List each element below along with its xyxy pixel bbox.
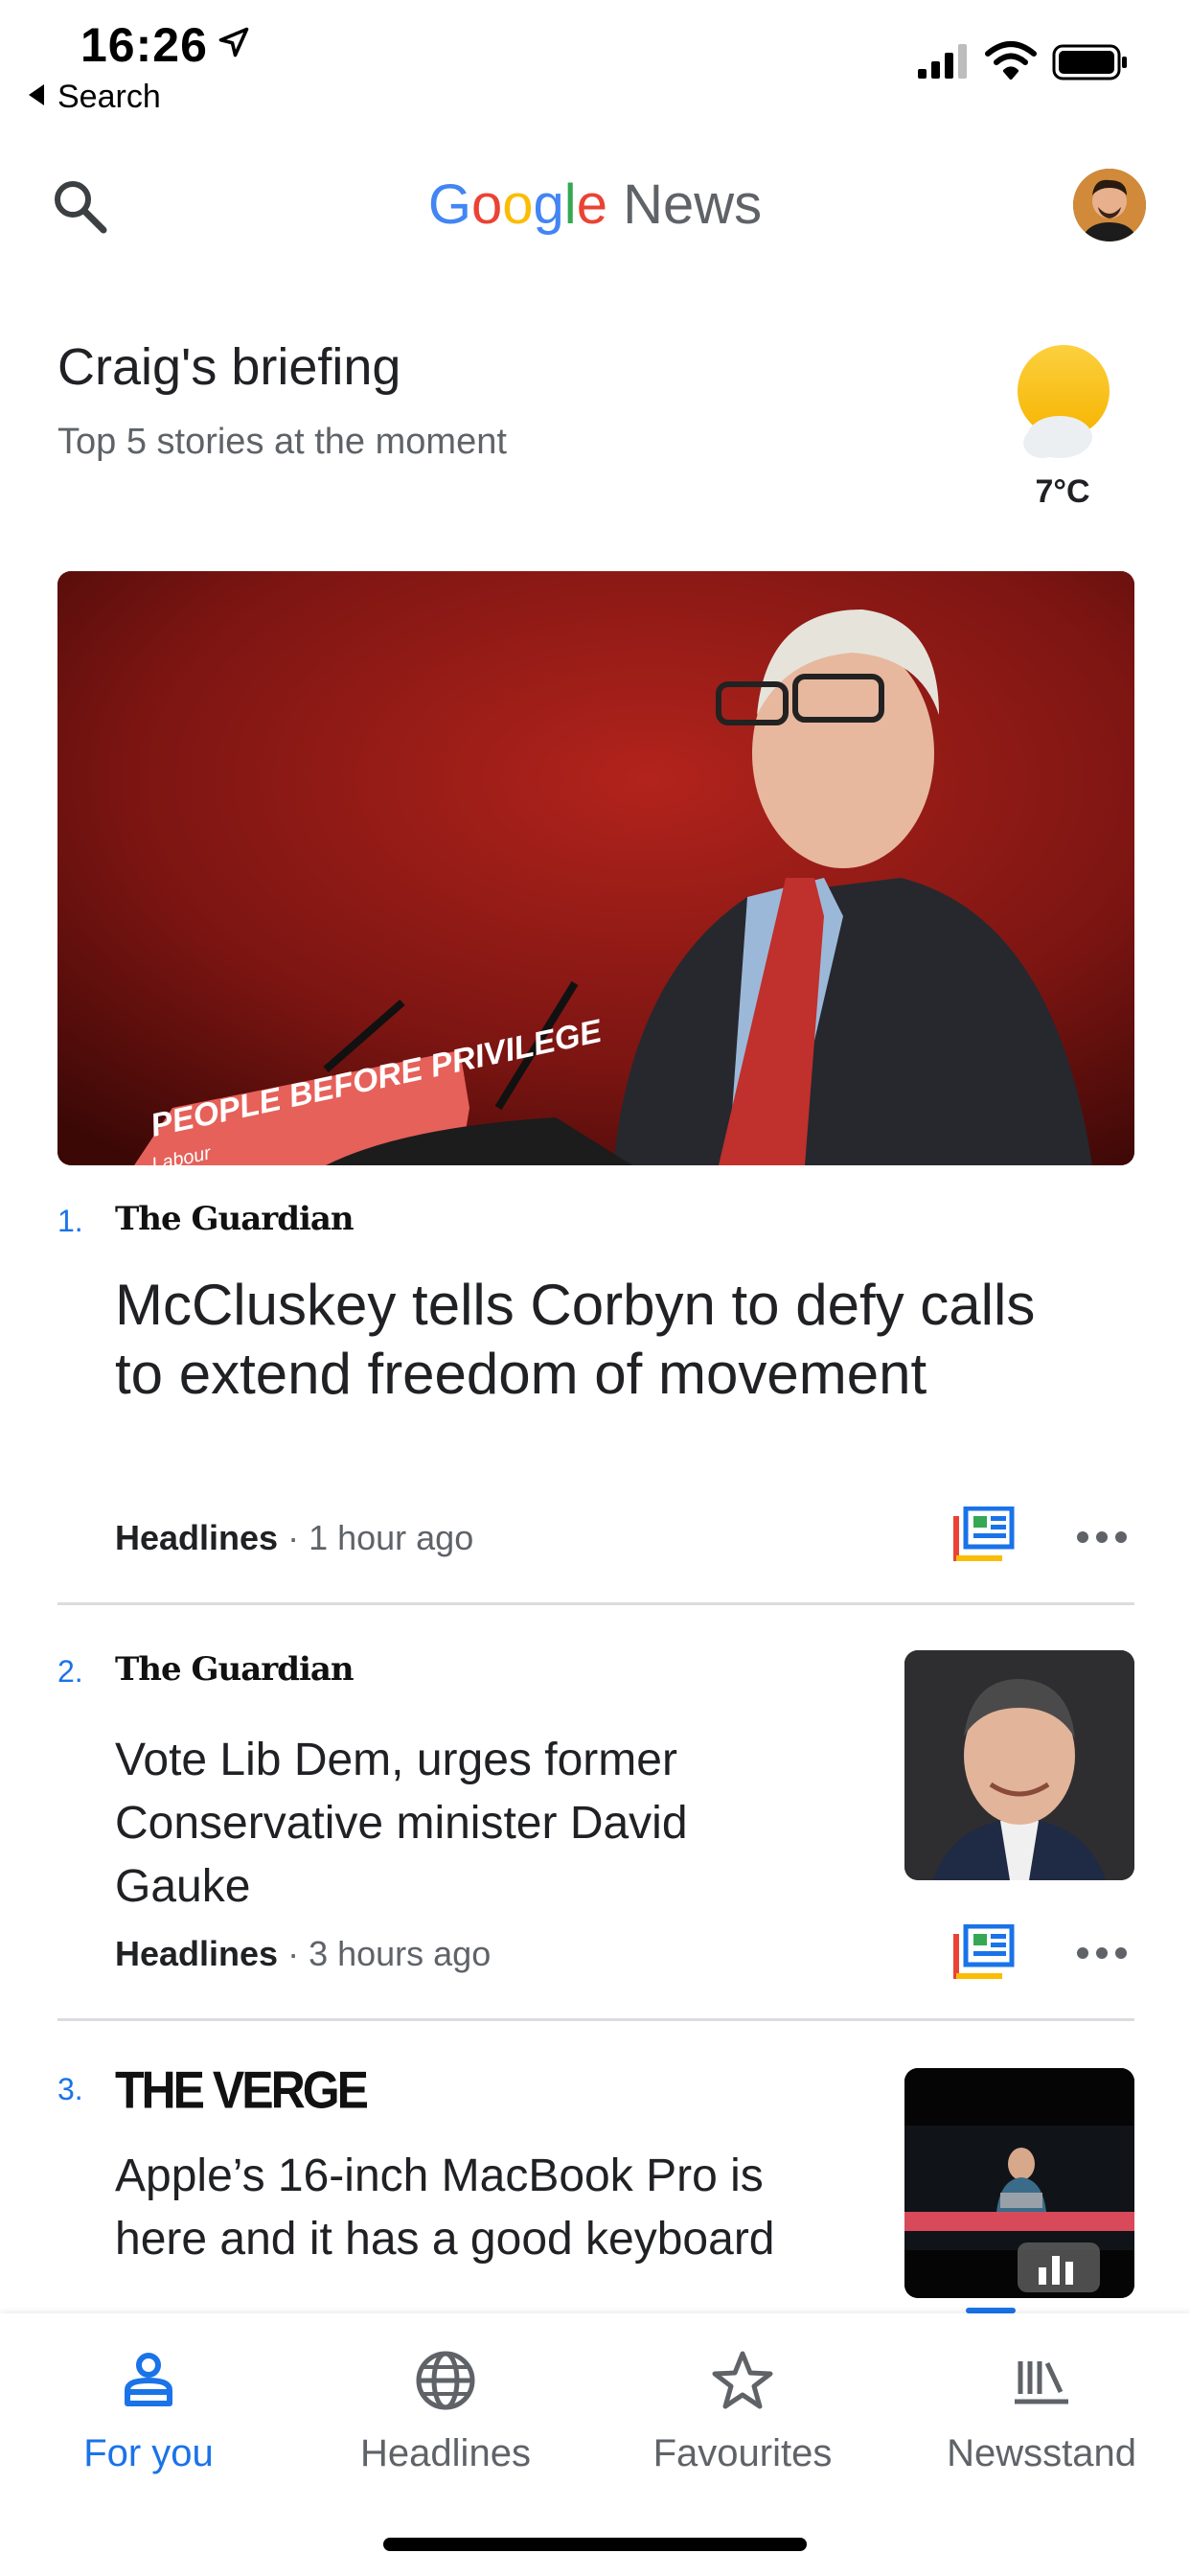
nav-newsstand[interactable]: Newsstand	[893, 2313, 1190, 2505]
wifi-icon	[985, 41, 1037, 80]
back-to-search-button[interactable]: Search	[29, 79, 161, 116]
briefing-title: Craig's briefing	[57, 338, 401, 396]
publisher-logo-guardian: The Guardian	[115, 1650, 355, 1689]
publisher-logo-guardian: The Guardian	[115, 1200, 355, 1238]
story-rank: 3.	[57, 2072, 83, 2106]
story-rank: 2.	[57, 1654, 83, 1689]
story-thumbnail[interactable]	[904, 1650, 1134, 1880]
profile-photo	[1073, 169, 1146, 242]
nav-label: Headlines	[360, 2432, 531, 2474]
nav-favourites[interactable]: Favourites	[594, 2313, 891, 2505]
story-time: 1 hour ago	[309, 1518, 474, 1557]
divider	[57, 1602, 1134, 1605]
story-thumbnail-video[interactable]	[904, 2068, 1134, 2298]
full-coverage-icon[interactable]	[952, 1924, 1016, 1980]
story-source[interactable]: Headlines	[115, 1934, 278, 1973]
status-time: 16:26	[80, 18, 208, 72]
battery-icon	[1052, 44, 1127, 80]
bottom-navigation: For you Headlines Favourites Newsstand	[0, 2313, 1190, 2576]
more-options-icon[interactable]	[1075, 1945, 1129, 1961]
story-source[interactable]: Headlines	[115, 1518, 278, 1557]
temperature: 7°C	[1035, 473, 1090, 510]
for-you-icon	[125, 2353, 172, 2406]
back-label: Search	[57, 79, 161, 115]
home-indicator[interactable]	[383, 2538, 807, 2551]
star-icon	[712, 2351, 773, 2409]
status-bar: 16:26 Search	[0, 0, 1190, 125]
story-headline[interactable]: McCluskey tells Corbyn to defy calls to …	[115, 1271, 1092, 1409]
briefing-subtitle: Top 5 stories at the moment	[57, 422, 507, 462]
nav-for-you[interactable]: For you	[0, 2313, 297, 2505]
google-news-logo: Google News	[427, 173, 763, 236]
globe-icon	[416, 2351, 475, 2410]
back-triangle-icon	[29, 84, 44, 105]
hero-photo: PEOPLE BEFORE PRIVILEGE Labour	[57, 571, 1134, 1165]
full-coverage-icon[interactable]	[952, 1506, 1016, 1562]
newsstand-icon	[1015, 2361, 1068, 2404]
publisher-logo-verge: THE VERGE	[115, 2060, 369, 2120]
hero-story-image[interactable]: PEOPLE BEFORE PRIVILEGE Labour	[57, 571, 1134, 1165]
story-headline[interactable]: Apple’s 16-inch MacBook Pro is here and …	[115, 2145, 824, 2271]
nav-label: For you	[83, 2432, 214, 2474]
story-meta: Headlines · 3 hours ago	[115, 1934, 492, 1973]
cellular-signal-icon	[918, 44, 967, 79]
thumbnail-photo	[904, 2068, 1134, 2298]
more-options-icon[interactable]	[1075, 1530, 1129, 1545]
story-meta: Headlines · 1 hour ago	[115, 1518, 474, 1557]
partly-cloudy-icon[interactable]	[1008, 341, 1113, 466]
story-headline[interactable]: Vote Lib Dem, urges former Conservative …	[115, 1729, 786, 1919]
story-time: 3 hours ago	[309, 1934, 492, 1973]
nav-label: Newsstand	[947, 2432, 1136, 2474]
nav-label: Favourites	[652, 2432, 833, 2474]
avatar[interactable]	[1073, 169, 1146, 242]
story-rank: 1.	[57, 1204, 83, 1238]
location-arrow-icon	[218, 27, 249, 58]
divider	[57, 2018, 1134, 2021]
thumbnail-photo	[904, 1650, 1134, 1880]
nav-headlines[interactable]: Headlines	[297, 2313, 594, 2505]
app-bar: Google News	[0, 144, 1190, 268]
